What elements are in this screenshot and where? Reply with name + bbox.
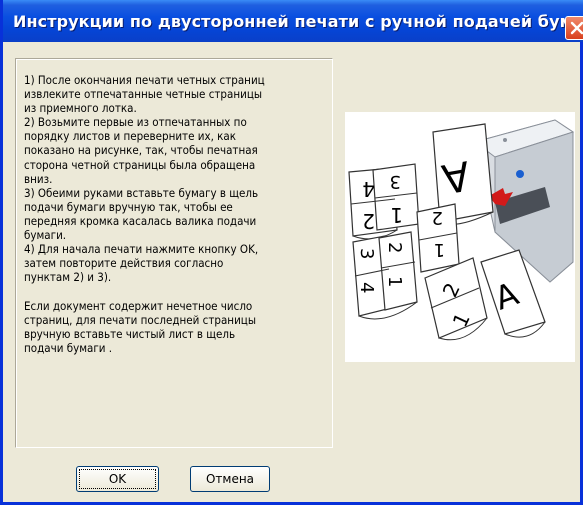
instructions-panel: 1) После окончания печати четных страниц… xyxy=(15,58,333,448)
page-label: 1 xyxy=(384,276,405,287)
ok-button[interactable]: OK xyxy=(76,466,159,492)
close-button[interactable] xyxy=(565,16,583,40)
paper-stack-bottom: 3 4 2 1 xyxy=(352,231,418,320)
page-label: 2 xyxy=(432,207,443,228)
instructions-text: 1) После окончания печати четных страниц… xyxy=(24,73,265,355)
duplex-illustration: A 4 3 2 1 2 1 3 4 2 1 2 1 A xyxy=(345,112,575,362)
paper-sheet-middle: 2 1 xyxy=(416,203,460,273)
page-label: 4 xyxy=(356,282,377,293)
title-bar[interactable]: Инструкции по двусторонней печати с ручн… xyxy=(3,0,583,42)
dialog-window: Инструкции по двусторонней печати с ручн… xyxy=(0,0,583,505)
page-label: 3 xyxy=(390,171,401,192)
paper-stack-top: 4 3 2 1 xyxy=(348,163,420,240)
page-label: 4 xyxy=(362,177,375,201)
page-label: 1 xyxy=(434,239,445,260)
page-label: 2 xyxy=(362,209,375,233)
page-label: 1 xyxy=(390,203,403,227)
page-label: 3 xyxy=(356,248,377,259)
printer-paper-illustration: A 4 3 2 1 2 1 3 4 2 1 2 1 A xyxy=(348,119,575,341)
page-label: 2 xyxy=(384,242,405,253)
close-icon xyxy=(570,21,583,35)
window-title: Инструкции по двусторонней печати с ручн… xyxy=(13,12,583,31)
cancel-button[interactable]: Отмена xyxy=(190,466,270,492)
paper-sheet-rotated: 2 1 xyxy=(424,257,488,341)
